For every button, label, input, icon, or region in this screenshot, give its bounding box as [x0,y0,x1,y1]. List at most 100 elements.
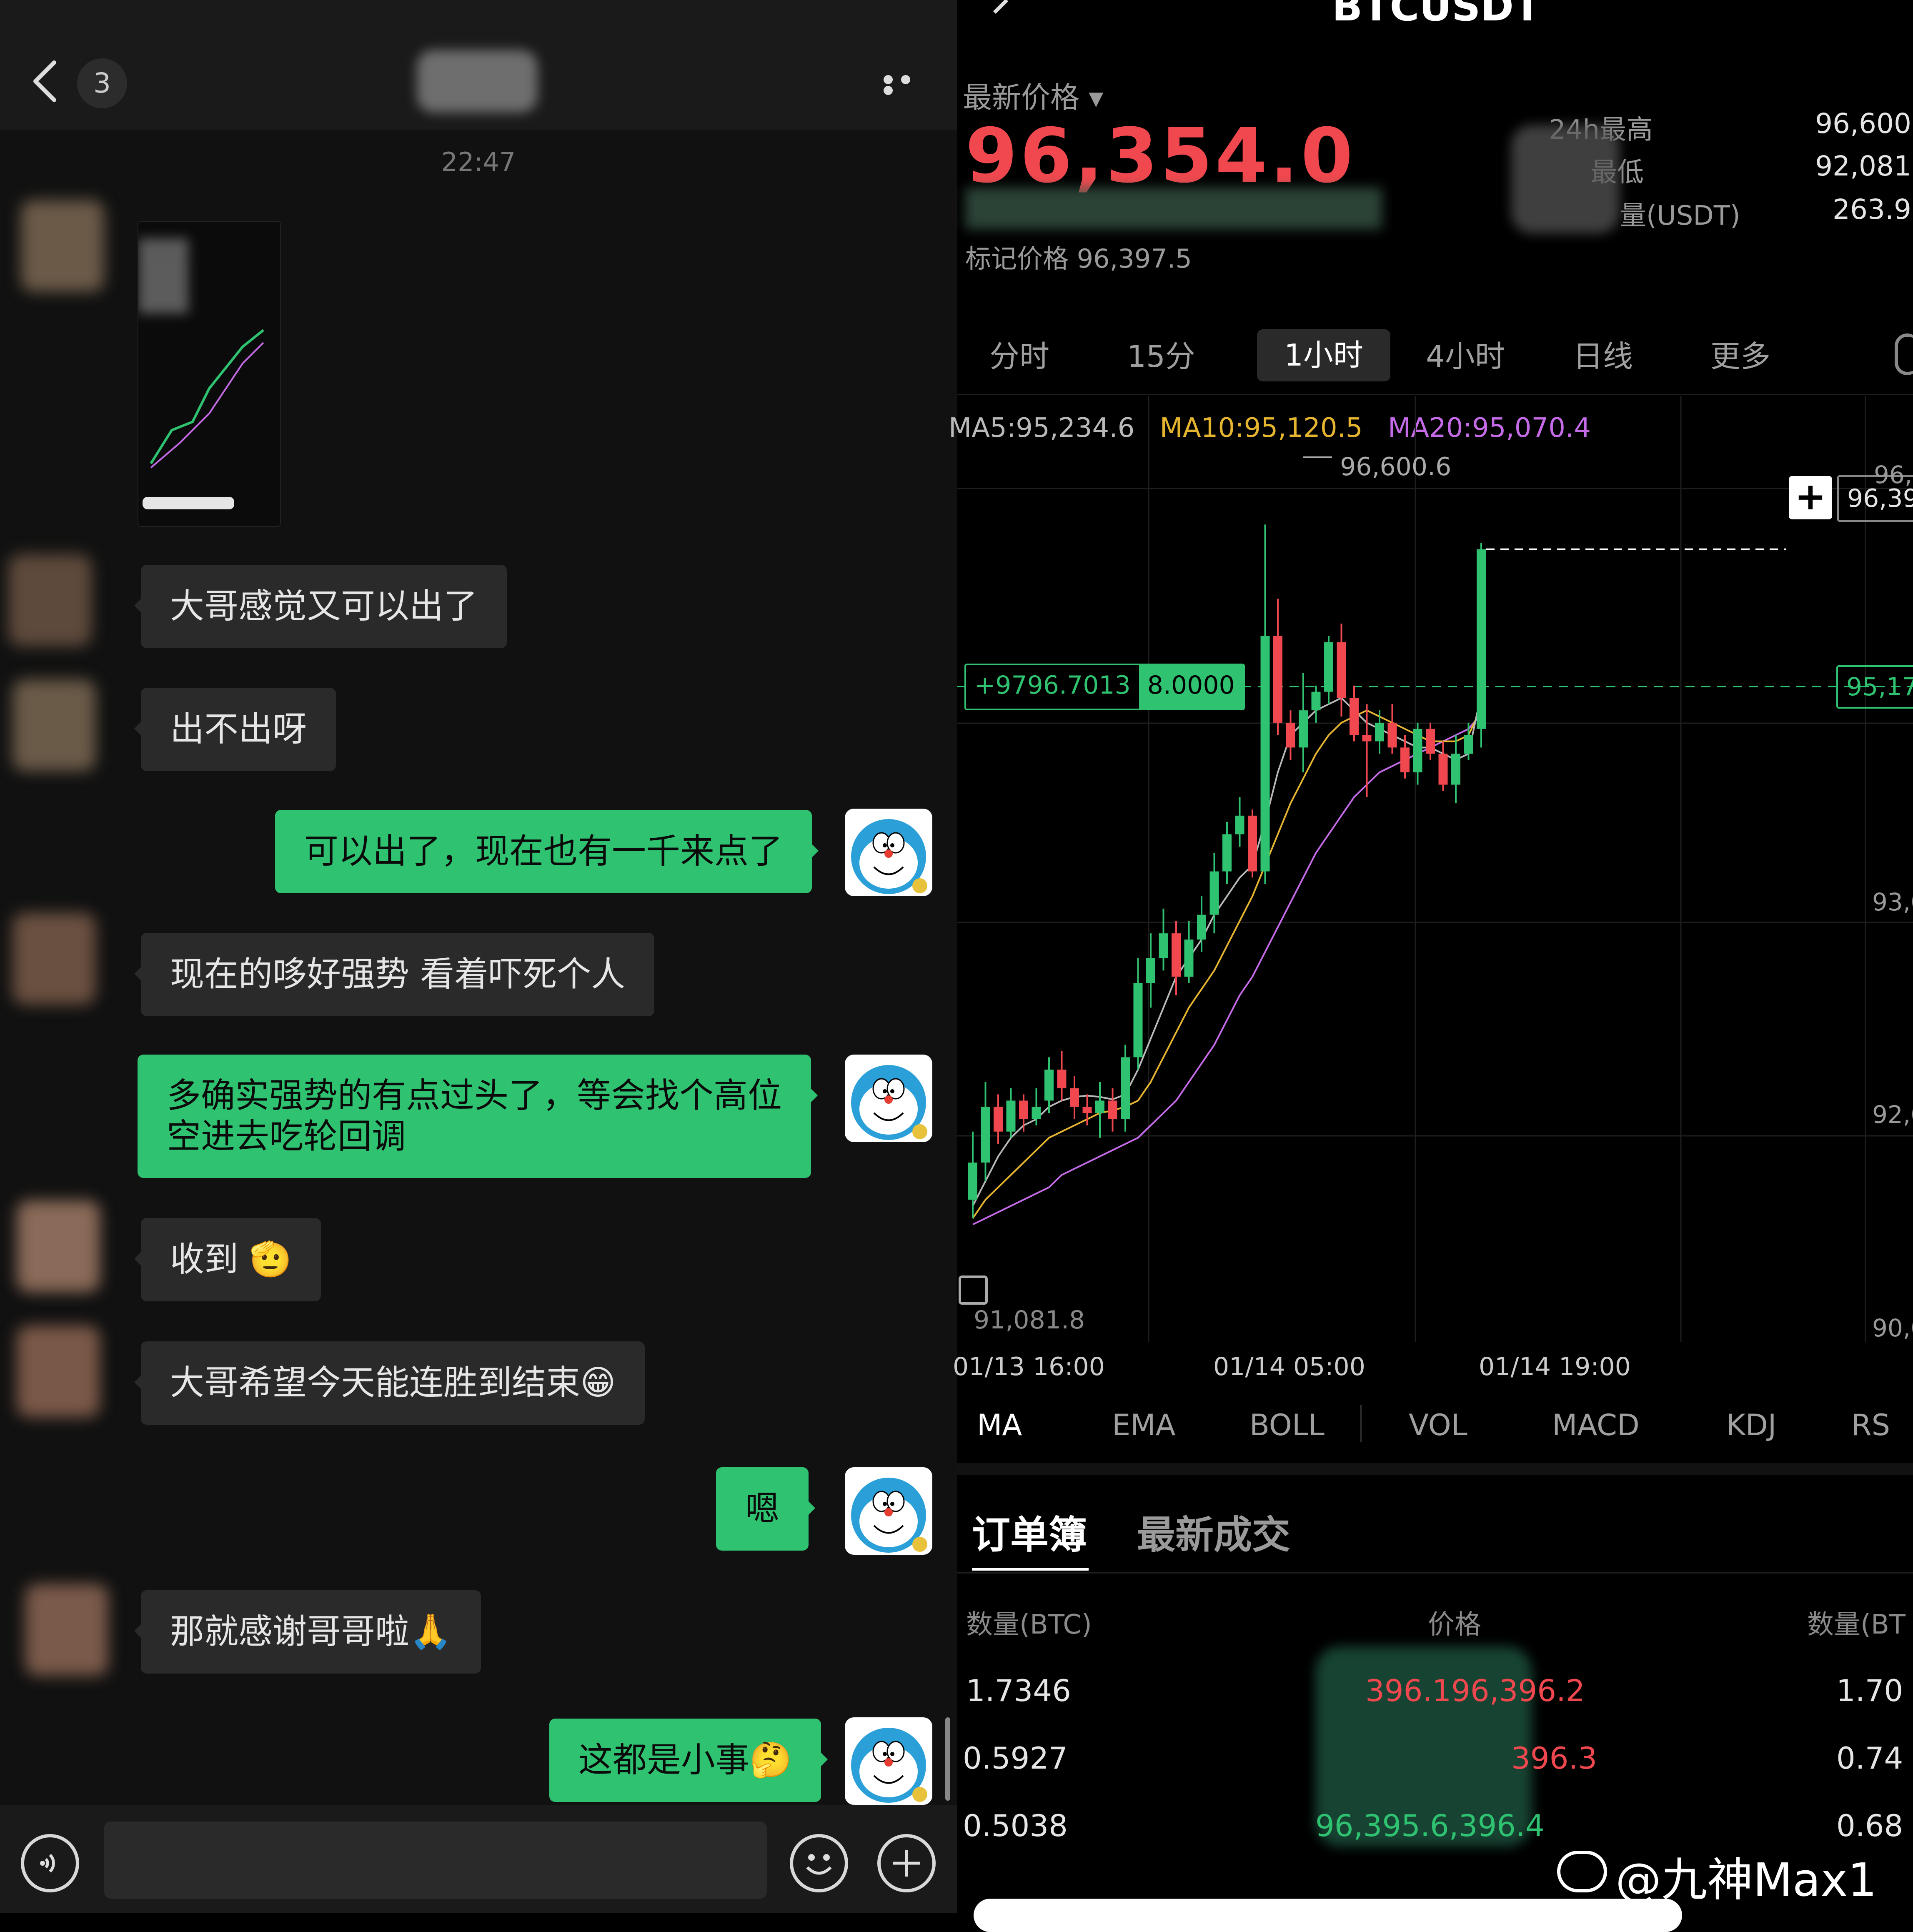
emoji-icon[interactable] [790,1834,848,1892]
thumbnail-chart [150,329,264,469]
message-text-input[interactable] [104,1822,767,1899]
doraemon-avatar-icon [851,1478,927,1553]
contact-name-redacted [417,50,538,113]
stats-redacted [1511,125,1620,233]
candle-body [1044,1070,1054,1101]
thumbnail-button [143,497,234,509]
message-bubble-outgoing: 可以出了，现在也有一千来点了 [275,810,819,893]
stat-value-volume: 263.9 [1833,193,1911,226]
candle-body [1299,710,1308,748]
fullscreen-icon[interactable] [959,1275,988,1305]
candle-body [1413,729,1422,772]
tab-timeframe-15m[interactable]: 15分 [1119,333,1203,379]
tab-timeframe-line[interactable]: 分时 [978,333,1061,379]
book-header-qty-ask: 数量(BT [1807,1609,1905,1640]
my-avatar[interactable] [845,1055,932,1142]
position-pnl: +9796.7013 [966,665,1139,709]
candlestick-chart[interactable] [957,396,1913,1346]
indicator-vol[interactable]: VOL [1409,1408,1467,1442]
indicator-rsi[interactable]: RS [1851,1408,1890,1442]
indicator-ma[interactable]: MA [977,1408,1022,1442]
candle-body [994,1107,1003,1132]
tab-order-book[interactable]: 订单簿 [972,1504,1087,1559]
smiley-icon [806,1854,832,1875]
candle-body [1184,940,1194,977]
candle-body [1032,1107,1041,1119]
thumbnail-blur [138,238,188,313]
divider [957,1572,1913,1574]
indicator-divider [1360,1405,1362,1442]
section-divider [957,1463,1913,1475]
book-header-qty-bid: 数量(BTC) [966,1609,1092,1640]
message-bubble-incoming: 大哥希望今天能连胜到结束😁 [134,1341,645,1425]
doraemon-avatar-icon [851,1728,927,1803]
tab-recent-trades[interactable]: 最新成交 [1137,1504,1290,1559]
message-bubble-incoming: 出不出呀 [134,688,336,771]
latest-price-label[interactable]: 最新价格 ▾ [963,74,1103,116]
candle-body [1172,933,1181,977]
voice-wave-icon [40,1854,55,1873]
voice-input-icon[interactable] [21,1834,79,1892]
crosshair-plus-icon[interactable]: + [1789,476,1832,519]
chat-panel: 3 22:47 大哥感觉又可以出了 出不出呀 可以出了，现在也有一千来点了 现在… [0,0,957,1913]
candle-body [1159,933,1168,958]
chat-scrollbar[interactable] [945,1717,950,1801]
low-marker-value: 91,081.8 [974,1306,1085,1335]
unread-count-badge[interactable]: 3 [77,58,127,108]
candle-body [1133,983,1143,1057]
indicator-macd[interactable]: MACD [1552,1408,1640,1442]
tab-timeframe-4h[interactable]: 4小时 [1411,333,1520,379]
pair-title[interactable]: BTCUSDT [1332,0,1541,30]
stat-value-high: 96,600 [1815,108,1911,140]
book-header-price: 价格 [1428,1609,1481,1640]
candle-body [1451,754,1460,785]
my-avatar[interactable] [845,809,932,896]
book-row-qty-ask: 0.74 [1836,1741,1903,1776]
candle-body [1400,747,1410,772]
contact-avatar[interactable] [13,913,96,1005]
stat-label-volume: 量(USDT) [1620,200,1740,231]
doraemon-avatar-icon [851,819,927,894]
my-avatar[interactable] [845,1717,932,1805]
indicator-ema[interactable]: EMA [1112,1408,1176,1442]
indicator-kdj[interactable]: KDJ [1726,1408,1776,1442]
candle-body [1248,815,1257,872]
settings-gear-icon[interactable] [1895,333,1913,375]
message-bubble-incoming: 大哥感觉又可以出了 [134,565,507,648]
candle-body [1362,735,1372,742]
back-arrow-icon[interactable] [990,0,1015,17]
image-message-thumbnail[interactable] [138,221,281,527]
contact-avatar[interactable] [13,679,96,771]
doraemon-avatar-icon [851,1065,927,1140]
tab-timeframe-1h[interactable]: 1小时 [1257,329,1390,381]
axis-label-90: 90,0 [1872,1314,1913,1342]
bottom-action-bar[interactable] [974,1899,1682,1932]
add-attachment-icon[interactable] [877,1834,936,1892]
back-arrow-icon[interactable] [29,58,63,104]
indicator-boll[interactable]: BOLL [1249,1408,1325,1442]
message-bubble-incoming: 现在的哆好强势 看着吓死个人 [134,933,655,1016]
my-avatar[interactable] [845,1467,932,1555]
position-pnl-tag[interactable]: +9796.7013 8.0000 [964,664,1245,710]
book-row-qty: 1.7346 [966,1673,1071,1708]
more-options-icon[interactable] [884,75,934,95]
message-bubble-incoming: 收到 🫡 [134,1218,321,1301]
contact-avatar[interactable] [21,200,104,292]
mark-price-label: 标记价格 96,397.5 [965,243,1192,274]
axis-label-93: 93,0 [1872,888,1913,916]
contact-avatar[interactable] [17,1200,100,1292]
chat-header: 3 [0,0,957,130]
stat-value-low: 92,081 [1815,150,1911,182]
tab-timeframe-1d[interactable]: 日线 [1561,333,1645,379]
contact-avatar[interactable] [17,1326,100,1417]
weibo-logo-icon [1557,1851,1607,1892]
ma20-line [972,713,1482,1225]
candle-body [1222,834,1232,872]
contact-avatar[interactable] [8,554,92,646]
candle-body [1350,698,1359,735]
tab-timeframe-more[interactable]: 更多 [1699,333,1782,379]
change-redacted [965,188,1382,229]
candle-body [1375,722,1384,742]
last-price: 96,354.0 [965,113,1356,200]
contact-avatar[interactable] [25,1584,108,1676]
